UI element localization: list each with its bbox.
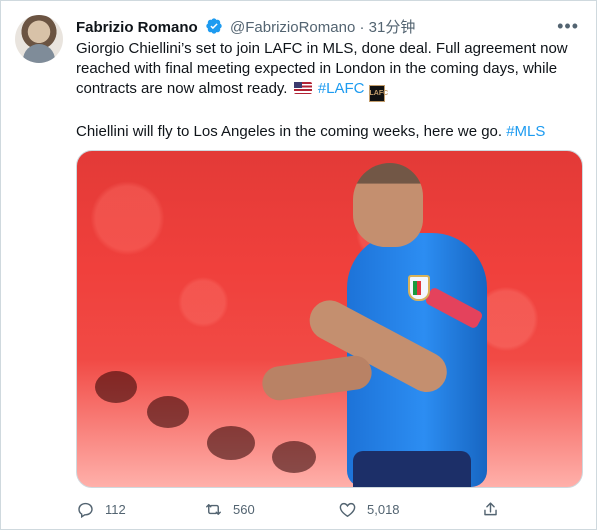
- player-shorts: [353, 451, 471, 487]
- reply-count: 112: [105, 501, 126, 517]
- hashtag-mls[interactable]: #MLS: [506, 123, 545, 140]
- like-count: 5,018: [367, 501, 400, 517]
- stadium-seat-shadow: [207, 426, 255, 460]
- separator: ·: [359, 19, 365, 36]
- timestamp[interactable]: 31分钟: [369, 19, 416, 36]
- like-icon: [339, 502, 356, 517]
- reply-icon: [78, 502, 93, 518]
- author-handle[interactable]: @FabrizioRomano: [230, 19, 355, 36]
- tweet-actions: 112 560 5,018: [76, 497, 506, 521]
- tweet-photo[interactable]: [76, 150, 583, 488]
- tweet-line-2: Chiellini will fly to Los Angeles in the…: [76, 123, 507, 140]
- stadium-seat-shadow: [272, 441, 316, 473]
- avatar[interactable]: [15, 15, 63, 63]
- verified-badge-icon: [205, 17, 223, 41]
- share-button[interactable]: [481, 497, 500, 521]
- more-icon[interactable]: •••: [557, 16, 579, 36]
- retweet-button[interactable]: 560: [204, 497, 255, 521]
- us-flag-icon: [293, 82, 312, 94]
- tweet-paragraph-2: Chiellini will fly to Los Angeles in the…: [76, 122, 581, 142]
- share-icon: [484, 501, 497, 515]
- tweet-paragraph-1: Giorgio Chiellini’s set to join LAFC in …: [76, 39, 581, 102]
- like-button[interactable]: 5,018: [338, 497, 400, 521]
- stadium-seat-shadow: [147, 396, 189, 428]
- tweet-text: Giorgio Chiellini’s set to join LAFC in …: [76, 39, 581, 142]
- stadium-seat-shadow: [95, 371, 137, 403]
- player-head: [353, 163, 423, 247]
- tweet-header: Fabrizio Romano @FabrizioRomano · 31分钟 •…: [76, 16, 579, 37]
- hashtag-lafc[interactable]: #LAFC: [318, 80, 365, 97]
- retweet-count: 560: [233, 501, 255, 517]
- italy-crest-icon: [408, 275, 430, 301]
- reply-button[interactable]: 112: [76, 497, 126, 521]
- author-name[interactable]: Fabrizio Romano: [76, 19, 198, 36]
- retweet-icon: [206, 503, 221, 515]
- lafc-logo-icon: LAFC: [368, 85, 388, 102]
